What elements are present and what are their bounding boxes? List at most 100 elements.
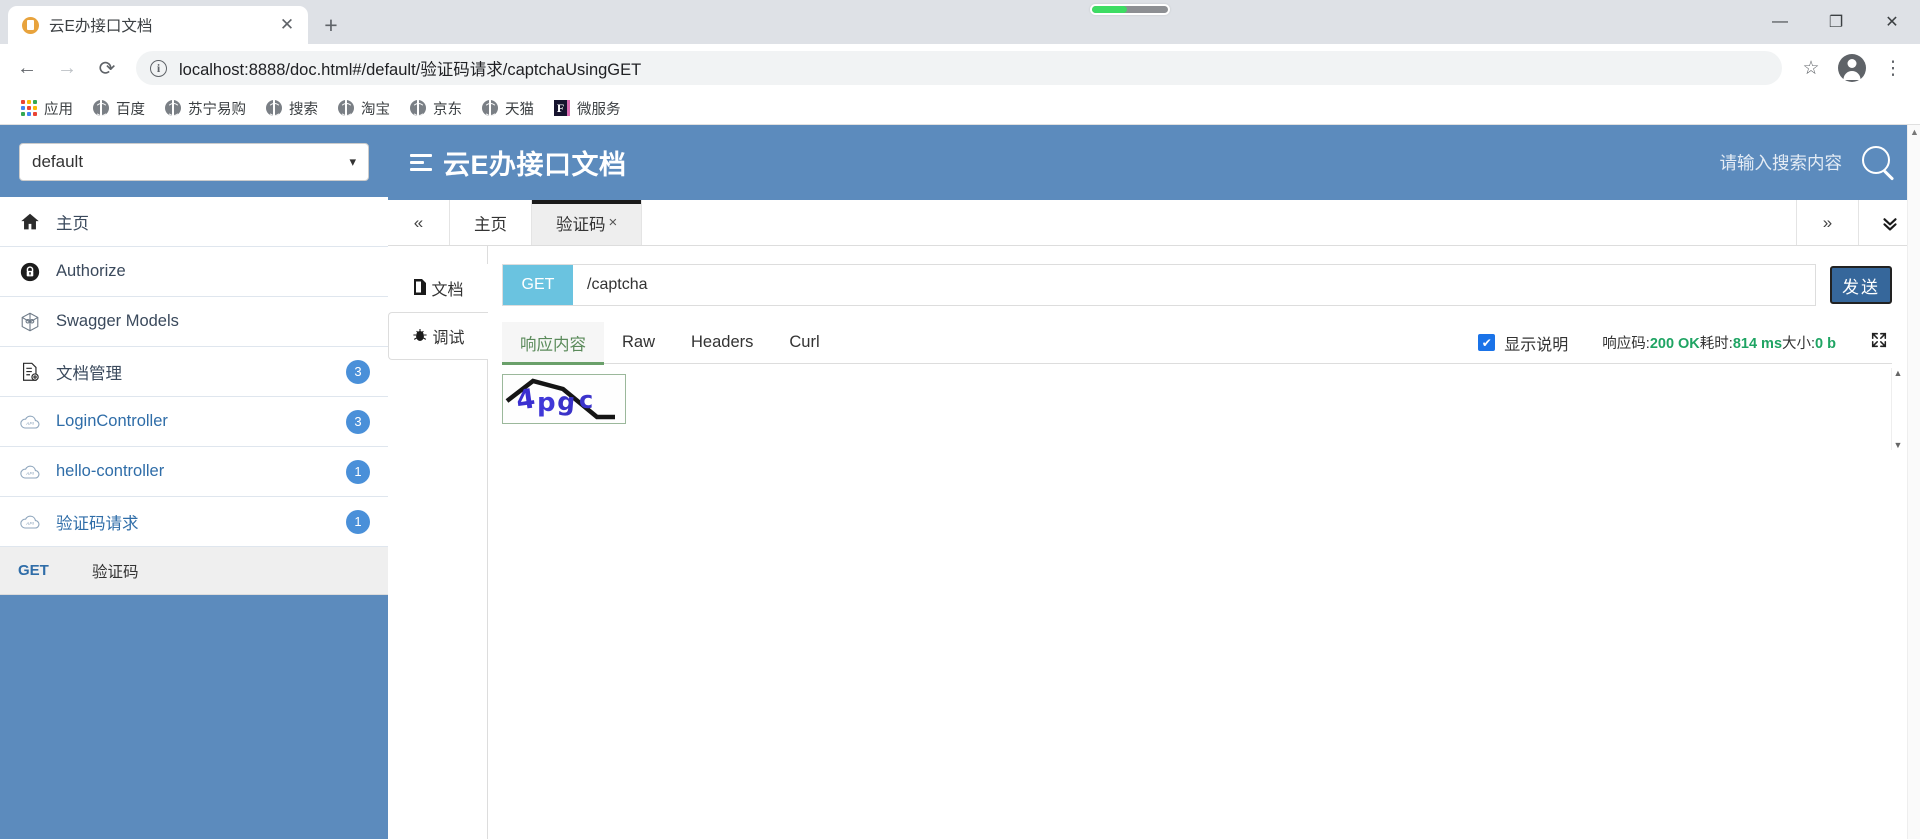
captcha-image: 4 p g c: [502, 374, 626, 424]
tab-debug[interactable]: 调试: [388, 312, 488, 360]
sidebar-item-authorize[interactable]: Authorize: [0, 247, 388, 297]
bookmark-tmall[interactable]: 天猫: [473, 94, 543, 123]
bookmark-label: 应用: [44, 101, 73, 118]
bookmark-jd[interactable]: 京东: [401, 94, 471, 123]
sidebar-item-hello-controller[interactable]: API hello-controller 1: [0, 447, 388, 497]
site-info-icon[interactable]: i: [150, 59, 167, 77]
bookmark-label: 搜索: [289, 101, 318, 118]
cube-icon: [18, 310, 42, 334]
collapse-tabs-button[interactable]: «: [388, 200, 450, 245]
chevron-down-icon: ▾: [349, 154, 356, 169]
sidebar-item-badge: 3: [346, 409, 370, 434]
main-content: 云E办接口文档 请输入搜索内容 « 主页 验证码 × » 文档 调试 GET /…: [388, 125, 1920, 839]
sidebar-item-label: Authorize: [56, 262, 126, 280]
debug-panel: GET /captcha 发送 响应内容 Raw Headers Curl ✔: [488, 246, 1920, 839]
scroll-down-icon[interactable]: ▼: [1894, 440, 1903, 450]
browser-menu-icon[interactable]: ⋮: [1874, 49, 1912, 87]
header-search-area: 请输入搜索内容: [1720, 144, 1899, 182]
svg-text:c: c: [579, 386, 593, 414]
sidebar-item-doc-manage[interactable]: 文档管理 3: [0, 347, 388, 397]
bug-icon: [412, 327, 428, 346]
forward-icon[interactable]: →: [48, 49, 86, 87]
app-header: 云E办接口文档 请输入搜索内容: [388, 125, 1920, 200]
send-button[interactable]: 发送: [1830, 266, 1892, 304]
request-url-box[interactable]: GET /captcha: [502, 264, 1816, 306]
api-cloud-icon: API: [18, 460, 42, 484]
scroll-up-icon[interactable]: ▲: [1894, 368, 1903, 378]
more-tabs-button[interactable]: »: [1796, 200, 1858, 245]
window-close-icon[interactable]: ✕: [1864, 0, 1920, 44]
bookmark-star-icon[interactable]: ☆: [1792, 49, 1830, 87]
sidebar-subitem-method: GET: [18, 562, 49, 579]
globe-icon: [93, 100, 109, 116]
group-select-wrapper: default ▾: [0, 125, 388, 197]
bookmark-search[interactable]: 搜索: [257, 94, 327, 123]
time-value: 814 ms: [1732, 336, 1783, 352]
globe-icon: [482, 100, 498, 116]
bookmark-baidu[interactable]: 百度: [84, 94, 154, 123]
page-title: 云E办接口文档: [443, 150, 627, 180]
size-value: 0 b: [1815, 336, 1836, 352]
address-bar-url: localhost:8888/doc.html#/default/验证码请求/c…: [179, 61, 642, 79]
request-path-input[interactable]: /captcha: [573, 265, 1815, 305]
bookmark-label: 微服务: [577, 101, 621, 118]
minimize-icon[interactable]: —: [1752, 0, 1808, 44]
sidebar-item-logincontroller[interactable]: API LoginController 3: [0, 397, 388, 447]
show-description-label: 显示说明: [1504, 336, 1569, 354]
doc-gear-icon: [18, 360, 42, 384]
tab-document[interactable]: 文档: [388, 264, 488, 312]
tab-response-content[interactable]: 响应内容: [502, 321, 604, 365]
request-method-chip: GET: [503, 265, 573, 305]
brand: 云E办接口文档: [410, 143, 627, 182]
browser-tab[interactable]: 云E办接口文档 ✕: [8, 6, 308, 44]
response-meta: ✔ 显示说明 响应码:200 OK耗时:814 ms大小:0 b: [1478, 331, 1892, 355]
bookmark-apps[interactable]: 应用: [12, 94, 82, 123]
sidebar-item-label: hello-controller: [56, 462, 165, 480]
bookmark-suning[interactable]: 苏宁易购: [156, 94, 255, 123]
sidebar-item-badge: 3: [346, 359, 370, 384]
hamburger-icon[interactable]: [410, 154, 432, 171]
bookmark-taobao[interactable]: 淘宝: [329, 94, 399, 123]
bookmark-label: 天猫: [505, 101, 534, 118]
svg-text:g: g: [556, 387, 576, 417]
response-body: 4 p g c ▲ ▼: [502, 364, 1904, 452]
new-tab-button[interactable]: +: [314, 8, 348, 42]
search-input[interactable]: 请输入搜索内容: [1720, 150, 1843, 175]
sidebar-item-home[interactable]: 主页: [0, 197, 388, 247]
status-code-label: 响应码:: [1602, 336, 1650, 352]
address-bar[interactable]: i localhost:8888/doc.html#/default/验证码请求…: [136, 51, 1782, 85]
tab-home[interactable]: 主页: [450, 200, 532, 245]
sidebar-item-label: Swagger Models: [56, 312, 179, 330]
sidebar-item-swagger-models[interactable]: Swagger Models: [0, 297, 388, 347]
checkbox-checked-icon: ✔: [1478, 334, 1496, 351]
profile-avatar[interactable]: [1838, 54, 1866, 82]
sidebar-menu: 主页 Authorize Swagger Models 文档管理 3 API L…: [0, 197, 388, 595]
sidebar-item-label: 文档管理: [56, 364, 122, 383]
sidebar-item-label: LoginController: [56, 412, 168, 430]
maximize-icon[interactable]: ❐: [1808, 0, 1864, 44]
reload-icon[interactable]: ⟳: [88, 49, 126, 87]
page-scrollbar[interactable]: ▲ ▼: [1907, 125, 1920, 839]
close-icon[interactable]: ✕: [276, 14, 298, 36]
svg-text:p: p: [537, 388, 556, 418]
close-icon[interactable]: ×: [609, 214, 618, 231]
tab-captcha[interactable]: 验证码 ×: [532, 200, 643, 245]
scroll-up-icon[interactable]: ▲: [1908, 125, 1920, 139]
search-icon[interactable]: [1860, 144, 1898, 182]
fullscreen-icon[interactable]: [1870, 331, 1888, 355]
tab-raw[interactable]: Raw: [604, 322, 673, 364]
bookmark-microservice[interactable]: F 微服务: [545, 94, 630, 123]
time-label: 耗时:: [1699, 336, 1733, 352]
svg-text:API: API: [25, 470, 34, 476]
tab-headers[interactable]: Headers: [673, 322, 771, 364]
sidebar-subitem-captcha[interactable]: GET 验证码: [0, 547, 388, 595]
response-scrollbar[interactable]: ▲ ▼: [1891, 368, 1904, 450]
document-icon: [413, 278, 427, 298]
show-description-toggle[interactable]: ✔ 显示说明: [1478, 331, 1568, 355]
group-select[interactable]: default ▾: [19, 143, 369, 181]
tab-curl[interactable]: Curl: [771, 322, 837, 364]
sidebar-item-captcha-request[interactable]: API 验证码请求 1: [0, 497, 388, 547]
apps-grid-icon: [21, 100, 37, 116]
back-icon[interactable]: ←: [8, 49, 46, 87]
debug-area: 文档 调试 GET /captcha 发送 响应内容 Raw Headers C…: [388, 246, 1920, 839]
